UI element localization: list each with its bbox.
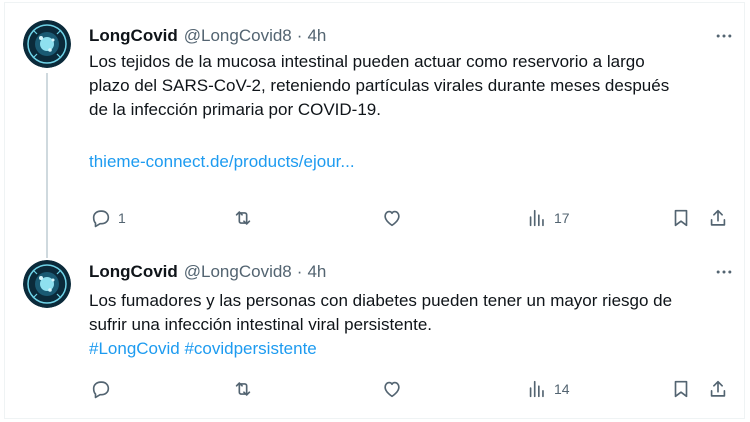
like-button[interactable] xyxy=(381,203,409,233)
share-button[interactable] xyxy=(707,374,729,404)
author-name[interactable]: LongCovid xyxy=(89,262,178,282)
timestamp[interactable]: 4h xyxy=(307,26,326,46)
like-icon xyxy=(384,381,400,398)
more-icon xyxy=(716,34,732,38)
bookmark-button[interactable] xyxy=(670,374,692,404)
like-button[interactable] xyxy=(381,374,409,404)
more-icon xyxy=(716,270,732,274)
reply-button[interactable] xyxy=(90,374,118,404)
reply-icon xyxy=(92,210,110,228)
share-icon xyxy=(710,209,726,226)
share-button[interactable] xyxy=(707,203,729,233)
tweet-link-container: thieme-connect.de/products/ejour... xyxy=(89,150,729,174)
share-icon xyxy=(710,380,726,397)
retweet-icon xyxy=(235,211,251,225)
views-count: 14 xyxy=(554,381,570,397)
retweet-button[interactable] xyxy=(232,203,260,233)
separator-dot: · xyxy=(296,26,303,45)
views-button[interactable]: 14 xyxy=(526,374,570,404)
avatar[interactable] xyxy=(23,260,71,308)
like-icon xyxy=(384,210,400,227)
bookmark-icon xyxy=(674,380,688,398)
tweet-text-line: plazo del SARS-CoV-2, reteniendo partícu… xyxy=(89,76,670,95)
tweet-text-line: Los fumadores y las personas con diabete… xyxy=(89,291,673,310)
reply-count: 1 xyxy=(118,210,126,226)
tweet-actions: 14 xyxy=(80,374,740,404)
views-icon xyxy=(529,209,544,227)
retweet-icon xyxy=(235,382,251,396)
avatar-logo-icon xyxy=(23,20,71,68)
timestamp[interactable]: 4h xyxy=(307,262,326,282)
views-icon xyxy=(529,380,544,398)
views-button[interactable]: 17 xyxy=(526,203,570,233)
tweet-hashtags[interactable]: #LongCovid #covidpersistente xyxy=(89,337,729,361)
avatar[interactable] xyxy=(23,20,71,68)
tweet-text: Los tejidos de la mucosa intestinal pued… xyxy=(89,50,729,122)
bookmark-icon xyxy=(674,209,688,227)
retweet-button[interactable] xyxy=(232,374,260,404)
tweet-text-line: Los tejidos de la mucosa intestinal pued… xyxy=(89,52,645,71)
more-options-button[interactable] xyxy=(712,24,736,48)
tweet-text: Los fumadores y las personas con diabete… xyxy=(89,289,729,361)
tweet-header: LongCovid @LongCovid8 · 4h xyxy=(89,260,326,284)
author-name[interactable]: LongCovid xyxy=(89,26,178,46)
more-options-button[interactable] xyxy=(712,260,736,284)
tweet-text-line: de la infección primaria por COVID-19. xyxy=(89,100,381,119)
views-count: 17 xyxy=(554,210,570,226)
tweet-text-line: sufrir una infección intestinal viral pe… xyxy=(89,315,432,334)
reply-icon xyxy=(92,381,110,399)
tweet-header: LongCovid @LongCovid8 · 4h xyxy=(89,24,326,48)
thread-connector-line xyxy=(46,73,48,258)
tweet-link[interactable]: thieme-connect.de/products/ejour... xyxy=(89,150,729,174)
author-handle[interactable]: @LongCovid8 xyxy=(184,26,292,46)
avatar-logo-icon xyxy=(23,260,71,308)
reply-button[interactable]: 1 xyxy=(90,203,126,233)
separator-dot: · xyxy=(296,262,303,281)
author-handle[interactable]: @LongCovid8 xyxy=(184,262,292,282)
tweet-actions: 1 17 xyxy=(80,203,740,233)
bookmark-button[interactable] xyxy=(670,203,692,233)
